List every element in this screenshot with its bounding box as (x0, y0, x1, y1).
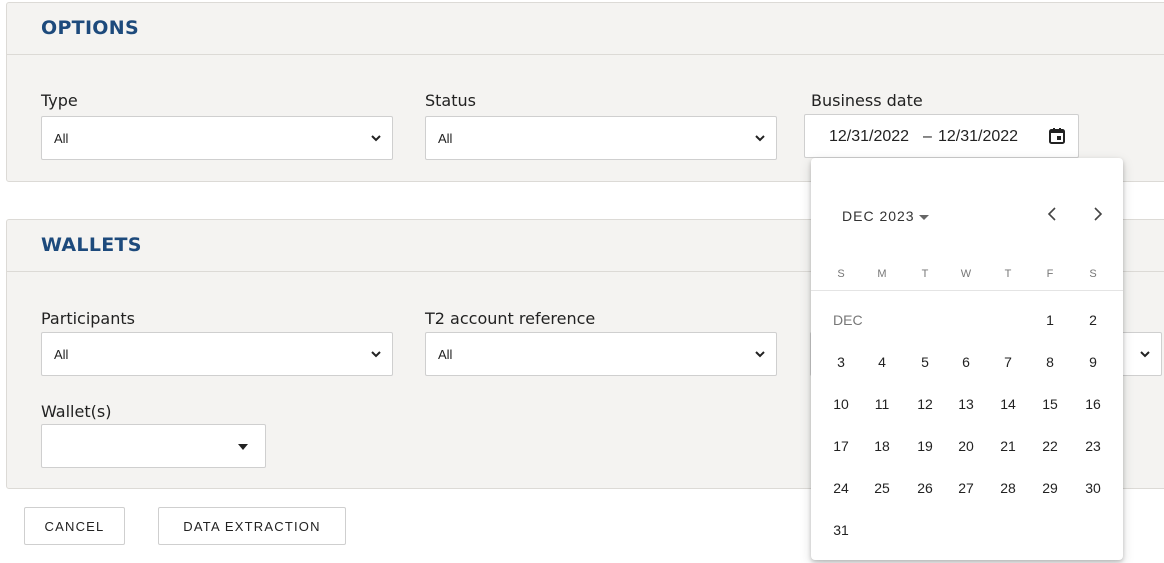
cancel-button[interactable]: CANCEL (24, 507, 125, 545)
participants-select-value: All (54, 347, 69, 362)
wallets-label: Wallet(s) (41, 402, 112, 421)
calendar-day[interactable]: 2 (1078, 312, 1108, 328)
divider (811, 290, 1123, 291)
calendar-day[interactable]: 16 (1078, 396, 1108, 412)
wallets-title: WALLETS (41, 234, 142, 256)
date-end: 12/31/2022 (938, 128, 1019, 145)
chevron-right-icon[interactable] (1087, 204, 1107, 224)
period-label: DEC 2023 (842, 208, 915, 224)
wallets-dropdown[interactable] (41, 424, 266, 468)
chevron-down-icon (1140, 351, 1150, 358)
type-label: Type (41, 91, 78, 110)
weekday-label: F (1046, 268, 1054, 280)
calendar-day[interactable]: 15 (1035, 396, 1065, 412)
business-date-label: Business date (811, 91, 923, 110)
weekday-header: SMTWTFS (811, 268, 1123, 290)
calendar-day[interactable]: 23 (1078, 438, 1108, 454)
chevron-down-icon (755, 135, 765, 142)
calendar-day[interactable]: 20 (951, 438, 981, 454)
calendar-day[interactable]: 1 (1035, 312, 1065, 328)
calendar-day[interactable]: 17 (826, 438, 856, 454)
type-select[interactable]: All (41, 116, 393, 160)
calendar-day[interactable]: 26 (910, 480, 940, 496)
calendar-day[interactable]: 18 (867, 438, 897, 454)
chevron-left-icon[interactable] (1043, 204, 1063, 224)
weekday-label: W (960, 268, 972, 280)
data-extraction-button[interactable]: DATA EXTRACTION (158, 507, 346, 545)
weekday-label: T (921, 268, 929, 280)
options-header: OPTIONS (7, 3, 1164, 55)
participants-label: Participants (41, 309, 135, 328)
business-date-input[interactable]: 12/31/2022 – 12/31/2022 (804, 114, 1079, 158)
calendar-day[interactable]: 3 (826, 354, 856, 370)
calendar-day[interactable]: 31 (826, 522, 856, 538)
date-separator: – (923, 128, 932, 145)
t2-account-select[interactable]: All (425, 332, 777, 376)
calendar-day[interactable]: 19 (910, 438, 940, 454)
calendar-day[interactable]: 27 (951, 480, 981, 496)
calendar-day[interactable]: 12 (910, 396, 940, 412)
month-label: DEC (833, 312, 863, 328)
calendar-day[interactable]: 5 (910, 354, 940, 370)
caret-down-icon (918, 214, 929, 220)
calendar-day[interactable]: 13 (951, 396, 981, 412)
calendar-day[interactable]: 11 (867, 396, 897, 412)
chevron-down-icon (371, 135, 381, 142)
chevron-down-icon (371, 351, 381, 358)
caret-down-icon (238, 444, 248, 450)
options-title: OPTIONS (41, 17, 139, 39)
t2-account-label: T2 account reference (425, 309, 596, 328)
date-start: 12/31/2022 (829, 128, 910, 145)
calendar-day[interactable]: 24 (826, 480, 856, 496)
status-select[interactable]: All (425, 116, 777, 160)
calendar-day[interactable]: 10 (826, 396, 856, 412)
status-label: Status (425, 91, 476, 110)
calendar-day[interactable]: 7 (993, 354, 1023, 370)
date-picker: DEC 2023 SMTWTFS DEC 1 2 3 4 5 6 7 8 9 10 11 12 13 14… (811, 158, 1123, 560)
participants-select[interactable]: All (41, 332, 393, 376)
type-select-value: All (54, 131, 69, 146)
weekday-label: S (837, 268, 845, 280)
calendar-day[interactable]: 29 (1035, 480, 1065, 496)
calendar-day[interactable]: 8 (1035, 354, 1065, 370)
weekday-label: S (1089, 268, 1097, 280)
period-selector[interactable]: DEC 2023 (842, 208, 929, 224)
chevron-down-icon (755, 351, 765, 358)
weekday-label: M (877, 268, 887, 280)
calendar-day[interactable]: 22 (1035, 438, 1065, 454)
calendar-day[interactable]: 28 (993, 480, 1023, 496)
status-select-value: All (438, 131, 453, 146)
calendar-day[interactable]: 6 (951, 354, 981, 370)
calendar-day[interactable]: 4 (867, 354, 897, 370)
calendar-day[interactable]: 9 (1078, 354, 1108, 370)
weekday-label: T (1004, 268, 1012, 280)
t2-account-select-value: All (438, 347, 453, 362)
calendar-day[interactable]: 14 (993, 396, 1023, 412)
calendar-day[interactable]: 25 (867, 480, 897, 496)
calendar-day[interactable]: 21 (993, 438, 1023, 454)
calendar-day[interactable]: 30 (1078, 480, 1108, 496)
calendar-icon[interactable] (1048, 127, 1066, 145)
